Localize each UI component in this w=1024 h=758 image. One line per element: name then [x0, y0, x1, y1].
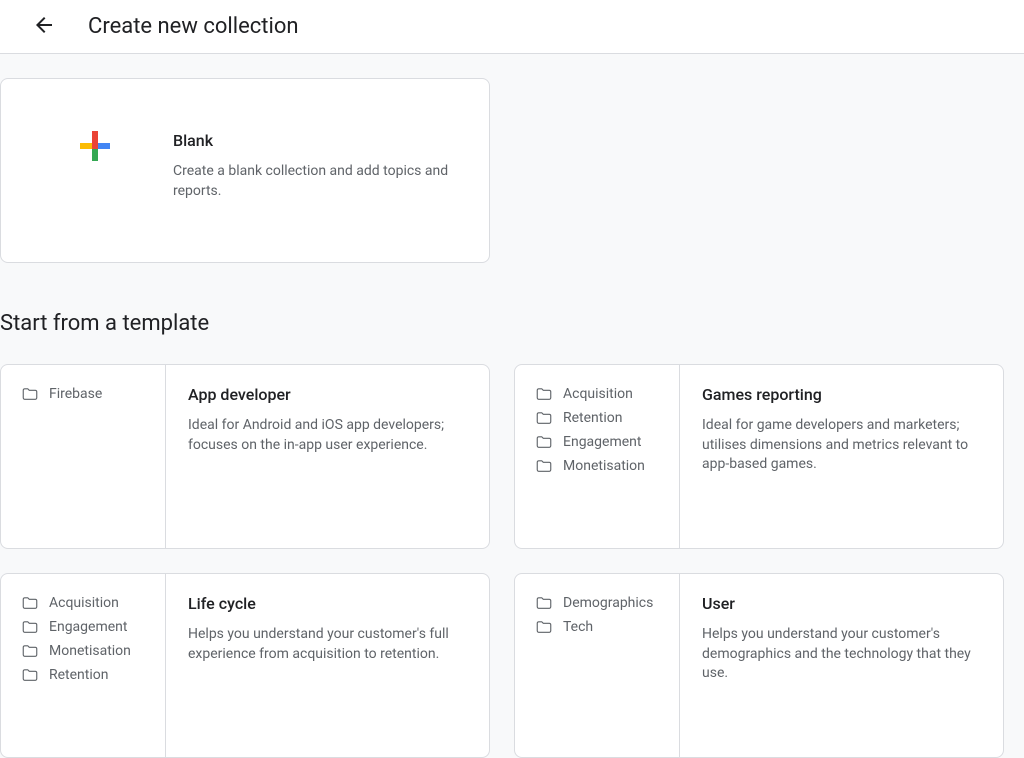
tag-label: Monetisation — [49, 643, 131, 659]
tag-label: Demographics — [563, 595, 653, 611]
tag-item: Monetisation — [535, 457, 667, 475]
templates-heading: Start from a template — [0, 311, 1024, 336]
folder-icon — [535, 385, 553, 403]
folder-icon — [535, 409, 553, 427]
template-tags: Firebase — [1, 365, 166, 548]
template-card[interactable]: Firebase App developer Ideal for Android a… — [0, 364, 490, 549]
tag-label: Acquisition — [49, 595, 119, 611]
tag-item: Monetisation — [21, 642, 153, 660]
page-title: Create new collection — [88, 14, 299, 39]
tag-item: Engagement — [21, 618, 153, 636]
page-header: Create new collection — [0, 0, 1024, 54]
tag-item: Retention — [21, 666, 153, 684]
template-description: Ideal for game developers and marketers;… — [702, 416, 981, 475]
tag-label: Retention — [49, 667, 109, 683]
blank-title: Blank — [173, 131, 465, 150]
folder-icon — [535, 618, 553, 636]
tag-item: Engagement — [535, 433, 667, 451]
template-card[interactable]: Demographics Tech User Helps you understand… — [514, 573, 1004, 758]
template-body: Games reporting Ideal for game developers… — [680, 365, 1003, 548]
plus-icon — [80, 131, 110, 161]
template-tags: Acquisition Retention Engagement Monetisati… — [515, 365, 680, 548]
folder-icon — [21, 385, 39, 403]
tag-label: Retention — [563, 410, 623, 426]
folder-icon — [535, 433, 553, 451]
blank-description: Create a blank collection and add topics… — [173, 162, 465, 201]
template-tags: Acquisition Engagement Monetisation Retenti… — [1, 574, 166, 757]
blank-section: Blank Create a blank collection and add … — [0, 54, 1024, 263]
arrow-left-icon — [32, 13, 56, 40]
tag-label: Tech — [563, 619, 593, 635]
template-body: App developer Ideal for Android and iOS a… — [166, 365, 489, 548]
tag-label: Firebase — [49, 386, 102, 402]
folder-icon — [535, 457, 553, 475]
folder-icon — [21, 618, 39, 636]
blank-icon-area — [25, 119, 165, 161]
template-description: Helps you understand your customer's ful… — [188, 625, 467, 664]
tag-item: Retention — [535, 409, 667, 427]
tag-item: Tech — [535, 618, 667, 636]
folder-icon — [535, 594, 553, 612]
template-tags: Demographics Tech — [515, 574, 680, 757]
template-card[interactable]: Acquisition Engagement Monetisation Retenti… — [0, 573, 490, 758]
folder-icon — [21, 642, 39, 660]
template-body: User Helps you understand your customer's… — [680, 574, 1003, 757]
template-title: App developer — [188, 385, 467, 404]
tag-item: Acquisition — [535, 385, 667, 403]
content-area: Blank Create a blank collection and add … — [0, 54, 1024, 758]
template-description: Ideal for Android and iOS app developers… — [188, 416, 467, 455]
template-body: Life cycle Helps you understand your cust… — [166, 574, 489, 757]
template-title: User — [702, 594, 981, 613]
tag-item: Acquisition — [21, 594, 153, 612]
folder-icon — [21, 666, 39, 684]
templates-grid: Firebase App developer Ideal for Android a… — [0, 364, 1024, 758]
tag-item: Demographics — [535, 594, 667, 612]
template-title: Life cycle — [188, 594, 467, 613]
tag-label: Engagement — [49, 619, 127, 635]
tag-label: Monetisation — [563, 458, 645, 474]
blank-text: Blank Create a blank collection and add … — [165, 119, 465, 201]
template-title: Games reporting — [702, 385, 981, 404]
tag-label: Acquisition — [563, 386, 633, 402]
blank-card[interactable]: Blank Create a blank collection and add … — [0, 78, 490, 263]
back-button[interactable] — [24, 7, 64, 47]
folder-icon — [21, 594, 39, 612]
tag-label: Engagement — [563, 434, 641, 450]
template-description: Helps you understand your customer's dem… — [702, 625, 981, 684]
template-card[interactable]: Acquisition Retention Engagement Monetisati… — [514, 364, 1004, 549]
tag-item: Firebase — [21, 385, 153, 403]
